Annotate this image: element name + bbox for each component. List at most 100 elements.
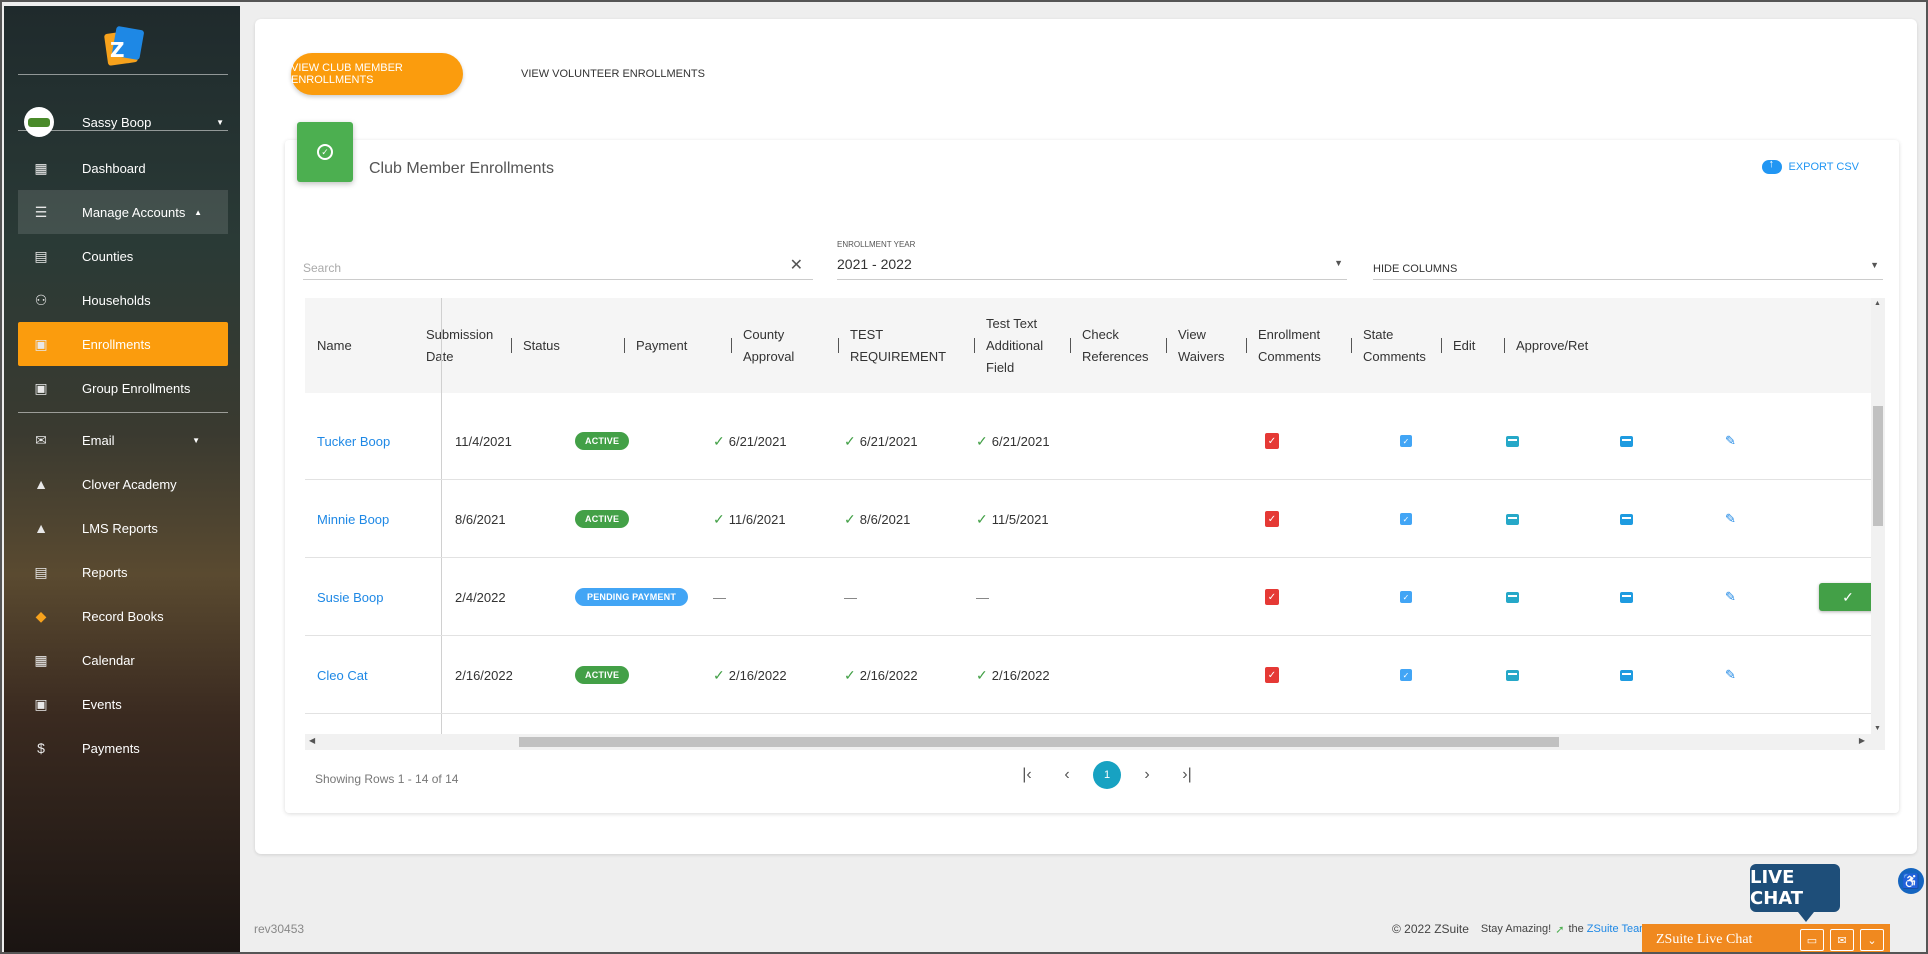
clear-icon[interactable]: ✕ [790, 255, 803, 275]
scroll-right-icon[interactable]: ▶ [1859, 736, 1865, 745]
status-badge-label: PENDING PAYMENT [575, 588, 689, 606]
col-status[interactable]: Status [511, 298, 560, 393]
payment-cell: ✓ 6/21/2021 [713, 402, 787, 480]
col-test-requirement[interactable]: TEST REQUIREMENT [837, 298, 946, 393]
sidebar-item-counties[interactable]: ▤ Counties [18, 234, 228, 278]
sidebar-item-enrollments[interactable]: ▣ Enrollments [18, 322, 228, 366]
chat-icon[interactable]: ▭ [1800, 929, 1824, 951]
check-icon: ✓ [976, 510, 988, 527]
col-submission-date[interactable]: Submission Date [426, 298, 493, 393]
edit-icon[interactable]: ✎ [1725, 636, 1736, 714]
vertical-scrollbar[interactable]: ▲ ▼ [1871, 298, 1885, 734]
col-enrollment-comments[interactable]: Enrollment Comments [1246, 298, 1321, 393]
sidebar-item-clover-academy[interactable]: ▲ Clover Academy [18, 462, 228, 506]
state-comment-icon[interactable] [1620, 636, 1633, 714]
export-csv-button[interactable]: EXPORT CSV [1762, 158, 1859, 174]
sidebar-item-dashboard[interactable]: ▦ Dashboard [18, 146, 228, 190]
enrollments-table: Name Submission Date Status Payment Coun… [305, 298, 1885, 750]
sidebar-item-reports[interactable]: ▤ Reports [18, 550, 228, 594]
waiver-icon[interactable]: ✓ [1400, 402, 1412, 480]
waiver-icon[interactable]: ✓ [1400, 636, 1412, 714]
references-icon[interactable]: ✓ [1265, 636, 1279, 714]
sidebar: Z Sassy Boop ▼ ▦ Dashboard ☰ Manage Acco… [4, 6, 240, 952]
caret-up-icon: ▲ [194, 207, 202, 217]
next-page-icon[interactable]: › [1133, 766, 1161, 784]
zsuite-logo[interactable]: Z [103, 25, 145, 70]
edit-icon[interactable]: ✎ [1725, 402, 1736, 480]
accessibility-icon[interactable]: ♿ [1898, 868, 1924, 894]
header-line: Test Text [986, 315, 1038, 331]
scroll-thumb[interactable] [1873, 406, 1883, 526]
cloud-upload-icon [1762, 158, 1783, 174]
col-payment[interactable]: Payment [623, 298, 687, 393]
references-icon[interactable]: ✓ [1265, 480, 1279, 558]
live-chat-bar[interactable]: ZSuite Live Chat ▭ ✉ ⌄ [1642, 924, 1890, 952]
col-county-approval[interactable]: County Approval [730, 298, 794, 393]
live-chat-bubble[interactable]: LIVE CHAT [1750, 864, 1840, 922]
state-comment-icon[interactable] [1620, 558, 1633, 636]
col-test-text[interactable]: Test Text Additional Field [973, 298, 1043, 393]
col-edit[interactable]: Edit [1440, 298, 1475, 393]
member-name-link[interactable]: Minnie Boop [317, 480, 389, 558]
edit-icon[interactable]: ✎ [1725, 558, 1736, 636]
search-input[interactable]: Search ✕ [303, 250, 813, 280]
state-comment-icon[interactable] [1620, 402, 1633, 480]
mail-icon[interactable]: ✉ [1830, 929, 1854, 951]
school-icon: ▲ [34, 476, 48, 492]
state-comment-icon[interactable] [1620, 480, 1633, 558]
sidebar-item-label: Record Books [82, 608, 164, 624]
hide-columns-select[interactable]: HIDE COLUMNS ▼ [1373, 250, 1883, 280]
header-line: Enrollment [1258, 326, 1321, 342]
current-page[interactable]: 1 [1093, 761, 1121, 789]
waiver-icon[interactable]: ✓ [1400, 558, 1412, 636]
member-name-link[interactable]: Tucker Boop [317, 402, 390, 480]
last-page-icon[interactable]: ›| [1173, 766, 1201, 784]
col-check-references[interactable]: Check References [1069, 298, 1148, 393]
first-page-icon[interactable]: |‹ [1013, 766, 1041, 784]
header-line: County [743, 326, 785, 342]
sidebar-item-manage-accounts[interactable]: ☰ Manage Accounts ▲ [18, 190, 228, 234]
col-name[interactable]: Name [317, 298, 352, 393]
sidebar-item-record-books[interactable]: ◆ Record Books [18, 594, 228, 638]
test-date: 6/21/2021 [991, 433, 1050, 449]
waiver-icon[interactable]: ✓ [1400, 480, 1412, 558]
zsuite-team-link[interactable]: ZSuite Team [1587, 923, 1649, 935]
horizontal-scrollbar[interactable]: ◀ ▶ [305, 734, 1885, 750]
references-icon[interactable]: ✓ [1265, 558, 1279, 636]
enrollment-comment-icon[interactable] [1506, 402, 1519, 480]
tab-club-member-enrollments[interactable]: VIEW CLUB MEMBER ENROLLMENTS [291, 53, 463, 95]
sidebar-item-payments[interactable]: $ Payments [18, 726, 228, 770]
col-state-comments[interactable]: State Comments [1351, 298, 1426, 393]
table-header: Name Submission Date Status Payment Coun… [305, 298, 1871, 393]
enrollment-comment-icon[interactable] [1506, 480, 1519, 558]
enrollment-comment-icon[interactable] [1506, 558, 1519, 636]
sidebar-item-group-enrollments[interactable]: ▣ Group Enrollments [18, 366, 228, 410]
scroll-down-icon[interactable]: ▼ [1874, 725, 1881, 732]
sidebar-item-households[interactable]: ⚇ Households [18, 278, 228, 322]
member-name-link[interactable]: Susie Boop [317, 558, 384, 636]
scroll-up-icon[interactable]: ▲ [1874, 300, 1881, 307]
enrollment-year-select[interactable]: ENROLLMENT YEAR 2021 - 2022 ▼ [837, 240, 1347, 280]
chevron-down-icon[interactable]: ⌄ [1860, 929, 1884, 951]
scroll-thumb[interactable] [519, 737, 1559, 747]
header-line: Comments [1363, 348, 1426, 364]
tab-volunteer-enrollments[interactable]: VIEW VOLUNTEER ENROLLMENTS [521, 53, 705, 95]
col-approve-reject[interactable]: Approve/Ret [1503, 298, 1588, 393]
scroll-left-icon[interactable]: ◀ [309, 736, 315, 745]
sidebar-item-calendar[interactable]: ▦ Calendar [18, 638, 228, 682]
sidebar-item-email[interactable]: ✉ Email ▼ [18, 418, 228, 462]
member-name-link[interactable]: Cleo Cat [317, 636, 368, 714]
edit-icon[interactable]: ✎ [1725, 480, 1736, 558]
col-view-waivers[interactable]: View Waivers [1165, 298, 1224, 393]
sidebar-item-label: Payments [82, 740, 140, 756]
people-icon: ⚇ [34, 291, 48, 308]
sidebar-item-events[interactable]: ▣ Events [18, 682, 228, 726]
references-icon[interactable]: ✓ [1265, 402, 1279, 480]
user-menu[interactable]: Sassy Boop ▼ [24, 106, 224, 138]
search-placeholder: Search [303, 261, 342, 275]
prev-page-icon[interactable]: ‹ [1053, 766, 1081, 784]
status-badge: ACTIVE [575, 480, 630, 558]
sidebar-item-lms-reports[interactable]: ▲ LMS Reports [18, 506, 228, 550]
approve-button[interactable]: ✓ [1819, 583, 1877, 611]
enrollment-comment-icon[interactable] [1506, 636, 1519, 714]
